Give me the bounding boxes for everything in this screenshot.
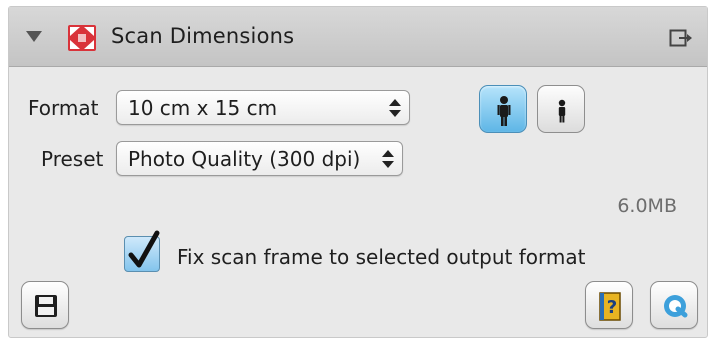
select-arrows-icon xyxy=(389,99,401,117)
preset-select-value: Photo Quality (300 dpi) xyxy=(128,147,361,171)
help-button[interactable]: ? xyxy=(585,281,633,329)
detach-panel-icon[interactable] xyxy=(669,28,693,48)
landscape-person-icon xyxy=(558,99,566,123)
panel-header[interactable]: Scan Dimensions xyxy=(9,7,707,67)
format-select[interactable]: 10 cm x 15 cm xyxy=(116,90,410,125)
disclosure-triangle-icon[interactable] xyxy=(25,29,43,43)
portrait-person-icon xyxy=(497,96,511,126)
preset-select[interactable]: Photo Quality (300 dpi) xyxy=(116,141,403,176)
file-size: 6.0MB xyxy=(617,195,677,217)
scan-dimensions-panel: Scan Dimensions Format 10 cm x 15 cm Pre… xyxy=(8,6,708,338)
fix-frame-label[interactable]: Fix scan frame to selected output format xyxy=(177,245,585,269)
svg-text:?: ? xyxy=(607,297,617,318)
floppy-disk-icon xyxy=(35,295,57,317)
portrait-orientation-button[interactable] xyxy=(479,85,527,133)
format-label: Format xyxy=(28,96,99,120)
save-settings-button[interactable] xyxy=(21,281,69,329)
preset-label: Preset xyxy=(41,147,104,171)
scan-frame-icon xyxy=(68,25,96,51)
zoom-preview-button[interactable] xyxy=(650,281,698,329)
landscape-orientation-button[interactable] xyxy=(537,85,585,133)
fix-frame-checkbox[interactable] xyxy=(124,230,160,272)
magnifier-icon xyxy=(664,295,688,318)
help-book-icon: ? xyxy=(599,292,621,321)
panel-title: Scan Dimensions xyxy=(111,24,295,48)
select-arrows-icon xyxy=(382,150,394,168)
format-select-value: 10 cm x 15 cm xyxy=(128,96,278,120)
checkmark-icon xyxy=(128,230,160,268)
